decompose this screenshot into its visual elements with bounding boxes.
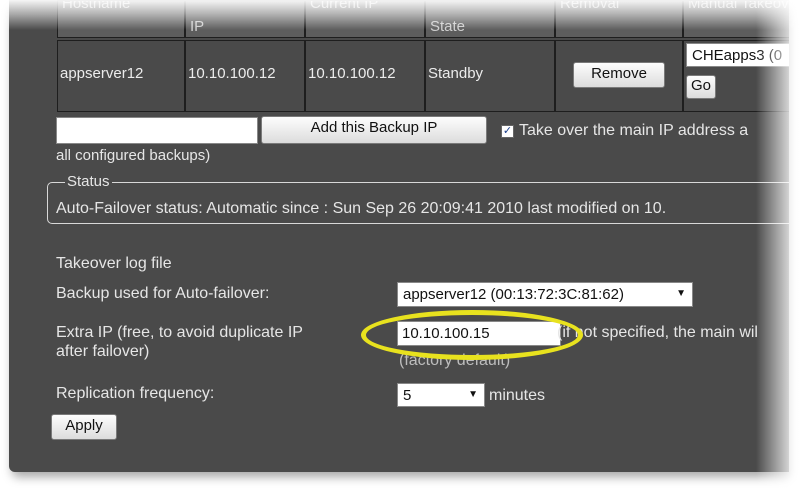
extra-ip-label-line1: Extra IP (free, to avoid duplicate IP [56,324,303,341]
header-state: State [425,0,555,38]
chevron-down-icon: ▼ [468,389,478,400]
row-current-ip: 10.10.100.12 [308,65,396,82]
highlight-ellipse [361,310,583,360]
status-legend: Status [65,173,112,190]
header-manual-takeover: Manual Takeover [683,0,789,38]
cell-removal: Remove [555,40,683,112]
cell-hostname: appserver12 [57,40,185,112]
replication-value: 5 [403,387,412,404]
apply-button[interactable]: Apply [51,414,117,440]
takeover-target-value: CHEapps3 (0 [692,47,783,64]
header-current-ip: Current IP [305,0,425,38]
header-manual-takeover-label: Manual Takeover [688,0,789,12]
row-hostname: appserver12 [60,65,144,82]
extra-ip-label-line2: after failover) [56,343,150,360]
cell-state: Standby [425,40,555,112]
backup-used-label: Backup used for Auto-failover: [56,285,270,302]
header-removal: Removal [555,0,683,38]
chevron-down-icon: ▼ [676,288,686,299]
takeover-main-ip-label: Take over the main IP address a [519,122,749,139]
header-state-label: State [430,18,466,35]
cell-ip: 10.10.100.12 [185,40,305,112]
header-ip: IP [185,0,305,38]
cell-manual-takeover: CHEapps3 (0 Go [683,40,789,112]
header-removal-label: Removal [560,0,620,12]
replication-unit: minutes [489,387,546,404]
backup-used-value: appserver12 (00:13:72:3C:81:62) [403,286,624,303]
row-state: Standby [428,65,484,82]
header-current-ip-label: Current IP [310,0,379,12]
cell-current-ip: 10.10.100.12 [305,40,425,112]
backup-used-select[interactable]: appserver12 (00:13:72:3C:81:62) ▼ [397,282,693,307]
remove-button[interactable]: Remove [573,62,665,88]
status-text: Auto-Failover status: Automatic since : … [56,200,667,217]
takeover-target-select[interactable]: CHEapps3 (0 [686,43,789,67]
go-button[interactable]: Go [686,75,716,99]
add-backup-ip-button[interactable]: Add this Backup IP [261,116,487,144]
backups-continuation-text: all configured backups) [56,147,211,164]
takeover-log-link[interactable]: Takeover log file [56,255,172,273]
extra-ip-note: (if not specified, the main wil [557,324,758,341]
header-hostname-label: Hostname [62,0,131,12]
takeover-main-ip-checkbox[interactable]: ✓ [501,125,514,138]
failover-settings-panel: Hostname IP Current IP State Removal Man… [9,0,789,472]
backup-ip-input[interactable] [56,117,258,144]
header-hostname: Hostname [57,0,185,38]
row-ip: 10.10.100.12 [188,65,276,82]
header-ip-label: IP [190,18,205,35]
replication-select[interactable]: 5 ▼ [397,383,485,407]
replication-label: Replication frequency: [56,385,215,402]
